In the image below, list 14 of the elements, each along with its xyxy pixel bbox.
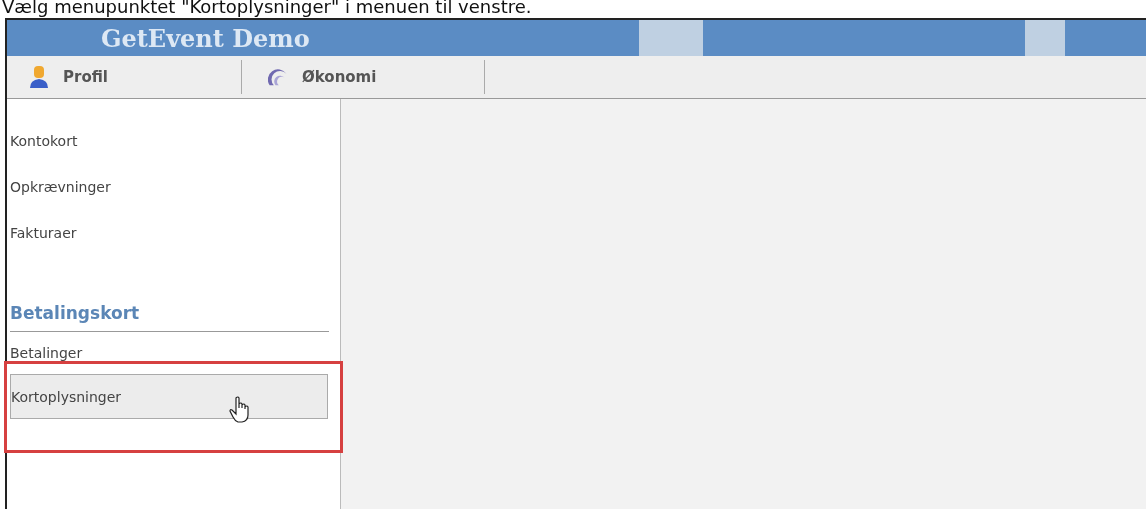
hand-cursor-icon bbox=[229, 396, 251, 424]
person-icon bbox=[29, 65, 49, 89]
tab[interactable]: Økonomi bbox=[242, 56, 484, 98]
app-title: GetEvent Demo bbox=[101, 23, 310, 53]
menu-item[interactable]: Fakturaer bbox=[10, 210, 328, 256]
menu-item[interactable]: Kortoplysninger bbox=[10, 374, 328, 419]
section-heading: Betalingskort bbox=[10, 303, 329, 332]
menu-item[interactable]: Betalinger bbox=[10, 332, 328, 374]
tab[interactable]: Profil bbox=[7, 56, 241, 98]
header-block bbox=[639, 20, 703, 56]
instruction-text: Vælg menupunktet "Kortoplysninger" i menuen til venstre. bbox=[1, 0, 533, 18]
menu-item[interactable]: Opkrævninger bbox=[10, 164, 328, 210]
menu-item[interactable]: Kontokort bbox=[10, 118, 328, 164]
header-block bbox=[1025, 20, 1065, 56]
